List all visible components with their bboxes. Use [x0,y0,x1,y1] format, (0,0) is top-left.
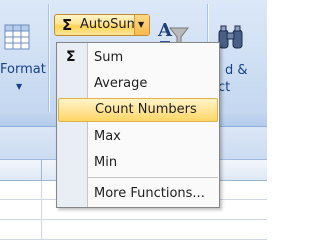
menu-item-count-numbers[interactable]: Count Numbers [58,98,218,122]
menu-item-label: More Functions... [94,186,205,201]
menu-item-label: Max [94,129,121,144]
select-all-corner[interactable] [0,160,42,180]
find-select-label: d & [225,63,248,78]
format-button[interactable]: Format ▼ [0,18,46,98]
autosum-dropdown-menu: Σ Sum Average Count Numbers Max Min More… [56,42,220,208]
autosum-dropdown-button[interactable]: ▼ [134,15,149,35]
sigma-icon: Σ [66,49,76,65]
format-cells-icon [4,24,30,50]
chevron-down-icon: ▼ [16,82,23,91]
menu-item-label: Average [94,76,148,91]
chevron-down-icon: ▼ [138,20,145,29]
sigma-icon: Σ [62,16,73,34]
binoculars-icon[interactable] [216,24,246,52]
autosum-label: AutoSum [80,17,140,32]
menu-item-label: Count Numbers [95,102,197,117]
menu-separator [88,177,218,178]
menu-item-max[interactable]: Max [57,125,219,149]
menu-item-label: Sum [94,50,124,65]
menu-item-average[interactable]: Average [57,72,219,96]
menu-item-label: Min [94,155,118,170]
format-label: Format [0,62,46,77]
menu-item-more-functions[interactable]: More Functions... [57,182,219,206]
menu-item-sum[interactable]: Σ Sum [57,46,219,70]
group-separator [48,4,49,112]
menu-item-min[interactable]: Min [57,151,219,175]
svg-text:A: A [157,20,173,41]
autosum-button[interactable]: Σ AutoSum ▼ [54,14,150,36]
